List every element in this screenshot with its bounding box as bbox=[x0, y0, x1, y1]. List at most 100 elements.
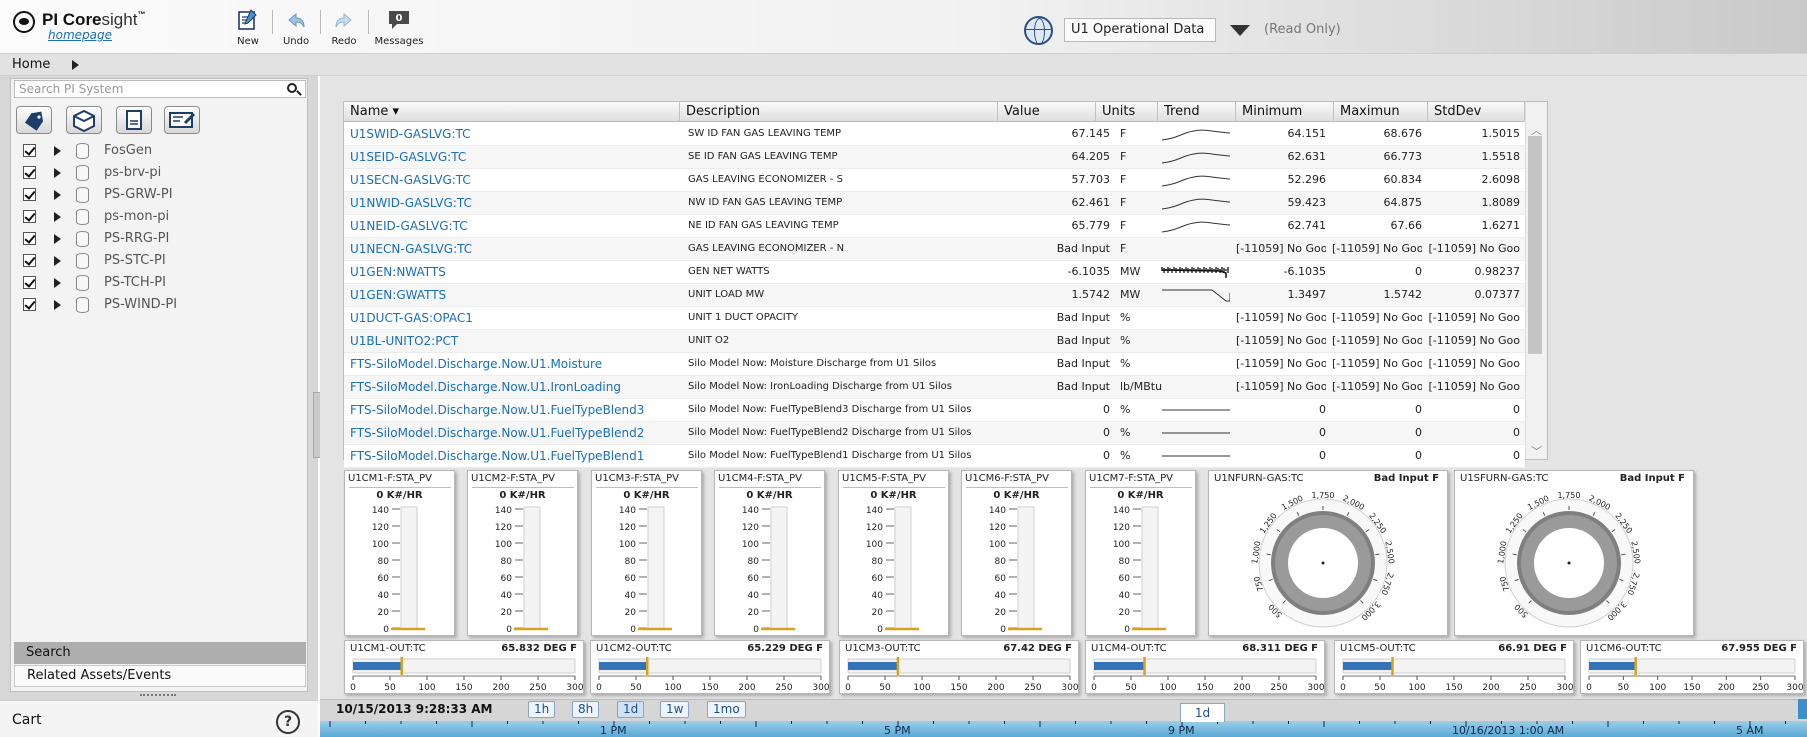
time-range-1mo-button[interactable]: 1mo bbox=[707, 701, 746, 718]
col-units-header[interactable]: Units bbox=[1096, 102, 1158, 122]
undo-button[interactable]: Undo bbox=[278, 8, 314, 47]
edit-filter-button[interactable] bbox=[164, 106, 200, 134]
server-item[interactable]: PS-WIND-PI bbox=[16, 294, 306, 316]
table-row[interactable]: U1GEN:NWATTS GEN NET WATTS -6.1035 MW -6.103… bbox=[344, 261, 1525, 284]
tag-name-link[interactable]: U1GEN:GWATTS bbox=[350, 288, 682, 302]
expand-arrow-icon[interactable] bbox=[54, 300, 61, 310]
table-row[interactable]: U1DUCT-GAS:OPAC1 UNIT 1 DUCT OPACITY Bad I… bbox=[344, 307, 1525, 330]
related-assets-events-tab[interactable]: Related Assets/Events bbox=[14, 665, 306, 687]
time-range-1w-button[interactable]: 1w bbox=[660, 701, 690, 718]
dial-gauge[interactable]: U1NFURN-GAS:TC Bad Input F 500 750 1,000 1,25… bbox=[1208, 470, 1448, 636]
timeline-end-handle[interactable] bbox=[1798, 699, 1807, 719]
help-icon[interactable]: ? bbox=[276, 710, 300, 734]
sparkline[interactable] bbox=[1160, 425, 1230, 441]
sparkline[interactable] bbox=[1160, 402, 1230, 418]
checkbox[interactable] bbox=[23, 276, 36, 289]
tag-name-link[interactable]: FTS-SiloModel.Discharge.Now.U1.FuelTypeB… bbox=[350, 426, 682, 440]
tag-name-link[interactable]: U1SECN-GASLVG:TC bbox=[350, 173, 682, 187]
globe-icon[interactable] bbox=[1024, 16, 1053, 45]
tag-name-link[interactable]: U1GEN:NWATTS bbox=[350, 265, 682, 279]
horizontal-gauge[interactable]: U1CM2-OUT:TC 65.229 DEG F 0 50 100 150 200 250 3… bbox=[590, 640, 830, 694]
messages-button[interactable]: 0 Messages bbox=[372, 8, 426, 47]
checkbox[interactable] bbox=[23, 144, 36, 157]
expand-arrow-icon[interactable] bbox=[54, 278, 61, 288]
sparkline[interactable] bbox=[1160, 172, 1230, 188]
checkbox[interactable] bbox=[23, 254, 36, 267]
sparkline[interactable] bbox=[1160, 310, 1230, 326]
horizontal-gauge[interactable]: U1CM1-OUT:TC 65.832 DEG F 0 50 100 150 200 250 3… bbox=[344, 640, 584, 694]
tag-name-link[interactable]: U1NWID-GASLVG:TC bbox=[350, 196, 682, 210]
server-item[interactable]: PS-GRW-PI bbox=[16, 184, 306, 206]
horizontal-gauge[interactable]: U1CM3-OUT:TC 67.42 DEG F 0 50 100 150 200 250 30… bbox=[839, 640, 1079, 694]
tag-name-link[interactable]: U1DUCT-GAS:OPAC1 bbox=[350, 311, 682, 325]
vertical-gauge[interactable]: U1CM5-F:STA_PV 0 K#/HR 140 120 100 80 60 40 20 0 bbox=[838, 470, 949, 636]
current-time[interactable]: 10/15/2013 9:28:33 AM bbox=[336, 702, 493, 716]
homepage-link[interactable]: homepage bbox=[48, 28, 112, 42]
server-item[interactable]: ps-brv-pi bbox=[16, 162, 306, 184]
table-row[interactable]: U1SWID-GASLVG:TC SW ID FAN GAS LEAVING TE… bbox=[344, 123, 1525, 146]
server-item[interactable]: PS-STC-PI bbox=[16, 250, 306, 272]
checkbox[interactable] bbox=[23, 166, 36, 179]
col-value-header[interactable]: Value bbox=[998, 102, 1096, 122]
chevron-down-icon[interactable] bbox=[1230, 25, 1250, 36]
horizontal-gauge[interactable]: U1CM6-OUT:TC 67.955 DEG F 0 50 100 150 200 250 3… bbox=[1580, 640, 1804, 694]
tag-name-link[interactable]: U1NECN-GASLVG:TC bbox=[350, 242, 682, 256]
search-input[interactable]: Search PI System bbox=[14, 80, 306, 98]
server-item[interactable]: ps-mon-pi bbox=[16, 206, 306, 228]
checkbox[interactable] bbox=[23, 210, 36, 223]
timeline-range-tab[interactable]: 1d bbox=[1180, 703, 1225, 722]
expand-arrow-icon[interactable] bbox=[54, 190, 61, 200]
document-filter-button[interactable] bbox=[116, 106, 152, 134]
tag-filter-button[interactable] bbox=[16, 106, 52, 134]
tag-name-link[interactable]: FTS-SiloModel.Discharge.Now.U1.FuelTypeB… bbox=[350, 403, 682, 417]
table-row[interactable]: FTS-SiloModel.Discharge.Now.U1.Moisture S… bbox=[344, 353, 1525, 376]
expand-arrow-icon[interactable] bbox=[54, 212, 61, 222]
redo-button[interactable]: Redo bbox=[326, 8, 362, 47]
col-maximum-header[interactable]: Maximun bbox=[1334, 102, 1428, 122]
tag-name-link[interactable]: U1SEID-GASLVG:TC bbox=[350, 150, 682, 164]
horizontal-gauge[interactable]: U1CM4-OUT:TC 68.311 DEG F 0 50 100 150 200 250 3… bbox=[1085, 640, 1325, 694]
table-row[interactable]: U1NWID-GASLVG:TC NW ID FAN GAS LEAVING TE… bbox=[344, 192, 1525, 215]
breadcrumb-home[interactable]: Home bbox=[12, 57, 50, 72]
scroll-up-icon[interactable]: ︿ bbox=[1531, 122, 1542, 138]
sparkline[interactable] bbox=[1160, 195, 1230, 211]
time-range-1d-button[interactable]: 1d bbox=[617, 701, 645, 718]
time-range-1h-button[interactable]: 1h bbox=[528, 701, 556, 718]
expand-arrow-icon[interactable] bbox=[54, 234, 61, 244]
vertical-gauge[interactable]: U1CM7-F:STA_PV 0 K#/HR 140 120 100 80 60 40 20 0 bbox=[1085, 470, 1196, 636]
scroll-down-icon[interactable]: ﹀ bbox=[1531, 443, 1542, 459]
table-row[interactable]: U1NEID-GASLVG:TC NE ID FAN GAS LEAVING TE… bbox=[344, 215, 1525, 238]
sparkline[interactable] bbox=[1160, 356, 1230, 372]
table-row[interactable]: U1BL-UNITO2:PCT UNIT O2 Bad Input% [-11059]… bbox=[344, 330, 1525, 353]
vertical-gauge[interactable]: U1CM1-F:STA_PV 0 K#/HR 140 120 100 80 60 40 20 0 bbox=[344, 470, 455, 636]
sparkline[interactable] bbox=[1160, 149, 1230, 165]
expand-arrow-icon[interactable] bbox=[54, 146, 61, 156]
new-button[interactable]: New bbox=[232, 8, 264, 47]
checkbox[interactable] bbox=[23, 188, 36, 201]
table-row[interactable]: FTS-SiloModel.Discharge.Now.U1.FuelTypeB… bbox=[344, 445, 1525, 468]
server-item[interactable]: PS-RRG-PI bbox=[16, 228, 306, 250]
table-row[interactable]: FTS-SiloModel.Discharge.Now.U1.FuelTypeB… bbox=[344, 422, 1525, 445]
sparkline[interactable] bbox=[1160, 218, 1230, 234]
breadcrumb-arrow-icon[interactable] bbox=[72, 60, 79, 70]
time-range-8h-button[interactable]: 8h bbox=[572, 701, 600, 718]
horizontal-gauge[interactable]: U1CM5-OUT:TC 66.91 DEG F 0 50 100 150 200 250 30… bbox=[1334, 640, 1574, 694]
table-row[interactable]: U1NECN-GASLVG:TC GAS LEAVING ECONOMIZER -… bbox=[344, 238, 1525, 261]
checkbox[interactable] bbox=[23, 298, 36, 311]
sparkline[interactable] bbox=[1160, 126, 1230, 142]
col-stddev-header[interactable]: StdDev bbox=[1428, 102, 1525, 122]
col-minimum-header[interactable]: Minimum bbox=[1236, 102, 1334, 122]
vertical-gauge[interactable]: U1CM4-F:STA_PV 0 K#/HR 140 120 100 80 60 40 20 0 bbox=[714, 470, 825, 636]
checkbox[interactable] bbox=[23, 232, 36, 245]
col-trend-header[interactable]: Trend bbox=[1158, 102, 1236, 122]
sparkline[interactable] bbox=[1160, 287, 1230, 303]
search-icon[interactable] bbox=[287, 83, 297, 93]
dial-gauge[interactable]: U1SFURN-GAS:TC Bad Input F 500 750 1,000 1,25… bbox=[1454, 470, 1694, 636]
server-item[interactable]: PS-TCH-PI bbox=[16, 272, 306, 294]
sparkline[interactable] bbox=[1160, 333, 1230, 349]
col-description-header[interactable]: Description bbox=[680, 102, 998, 122]
asset-filter-button[interactable] bbox=[66, 106, 102, 134]
vertical-gauge[interactable]: U1CM3-F:STA_PV 0 K#/HR 140 120 100 80 60 40 20 0 bbox=[591, 470, 702, 636]
expand-arrow-icon[interactable] bbox=[54, 256, 61, 266]
server-item[interactable]: FosGen bbox=[16, 140, 306, 162]
